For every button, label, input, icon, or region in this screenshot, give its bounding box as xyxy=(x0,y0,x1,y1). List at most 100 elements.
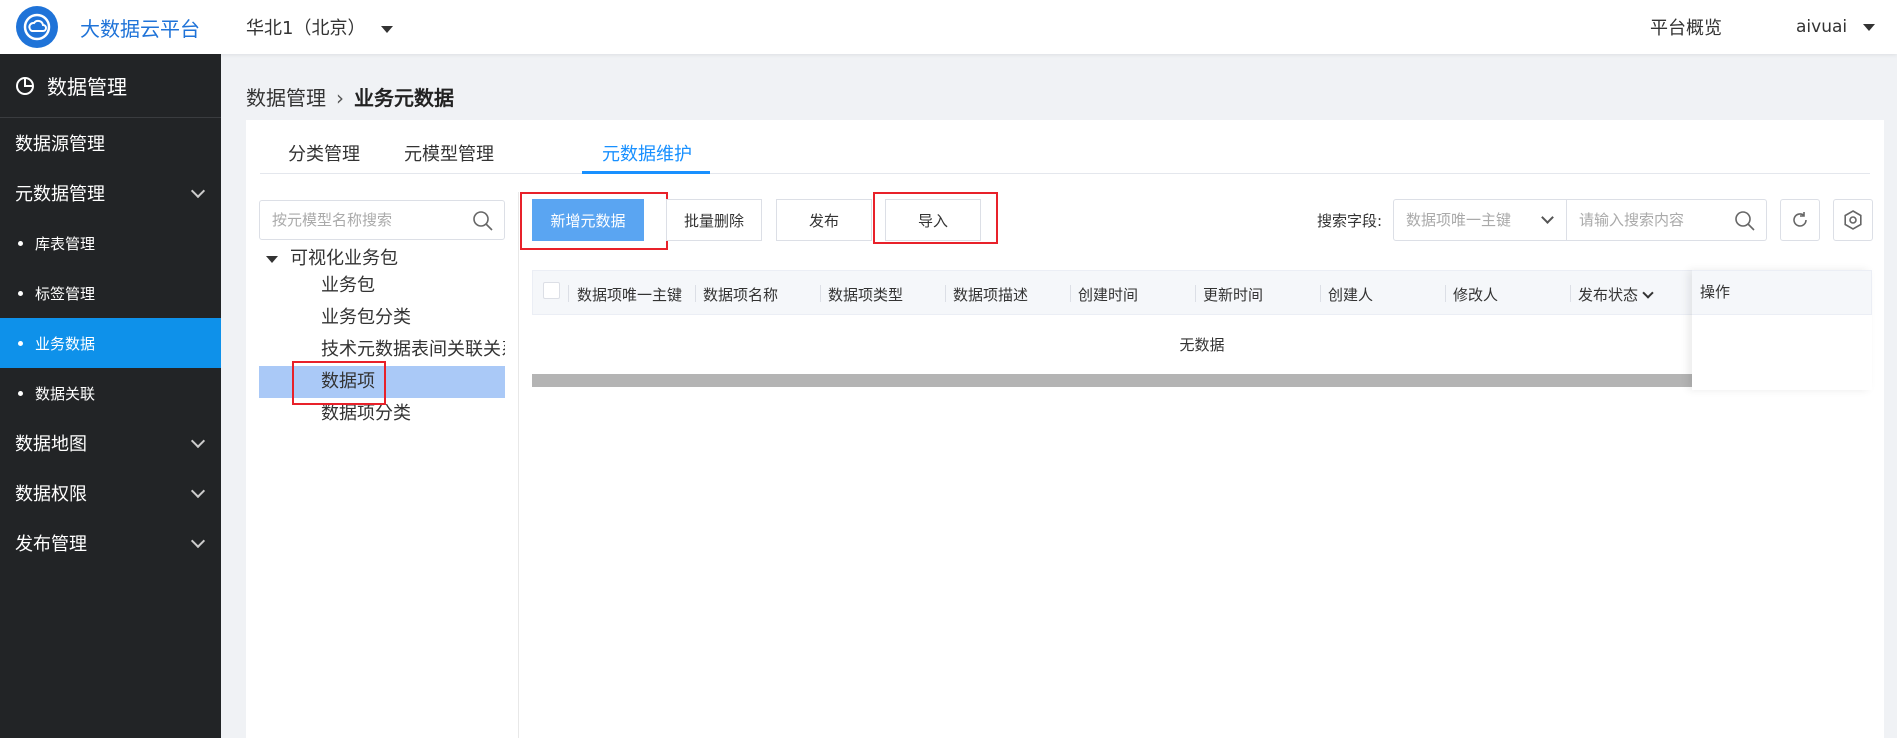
breadcrumb: 数据管理 › 业务元数据 xyxy=(246,82,454,111)
sidebar-item-label: 标签管理 xyxy=(35,284,96,303)
sidebar: 数据管理 数据源管理 元数据管理 库表管理 标签管理 业务数据 数据关联 数据地… xyxy=(0,54,221,738)
search-field-value: 数据项唯一主键 xyxy=(1406,211,1512,229)
sidebar-title: 数据管理 xyxy=(47,75,127,99)
tab-bar: 分类管理 元模型管理 元数据维护 xyxy=(260,120,1870,174)
chevron-down-icon xyxy=(190,483,206,499)
actions-column: 操作 xyxy=(1692,270,1872,390)
tab-metadata-maintenance[interactable]: 元数据维护 xyxy=(602,140,692,166)
metadata-table: 数据项唯一主键 数据项名称 数据项类型 数据项描述 创建时间 更新时间 创建人 … xyxy=(532,270,1872,510)
settings-button[interactable] xyxy=(1833,199,1873,241)
tree-node-business-package[interactable]: 业务包 xyxy=(259,270,505,302)
sidebar-subitem-tags[interactable]: 标签管理 xyxy=(0,268,221,318)
content-search-input[interactable] xyxy=(1567,200,1727,240)
logo-icon[interactable] xyxy=(16,6,58,48)
sidebar-subitem-business-data[interactable]: 业务数据 xyxy=(0,318,221,368)
breadcrumb-separator: › xyxy=(336,86,344,110)
publish-button[interactable]: 发布 xyxy=(776,199,872,241)
region-selector[interactable]: 华北1（北京） xyxy=(246,14,394,40)
sidebar-item-label: 发布管理 xyxy=(15,534,87,555)
column-header: 修改人 xyxy=(1453,286,1499,304)
horizontal-scrollbar[interactable] xyxy=(532,374,1872,387)
column-separator xyxy=(568,285,569,302)
column-separator xyxy=(1570,285,1571,302)
gear-icon xyxy=(1844,210,1862,230)
active-tab-indicator xyxy=(582,171,710,174)
column-header: 创建时间 xyxy=(1078,286,1139,304)
caret-down-icon[interactable] xyxy=(266,255,278,263)
search-field-select[interactable]: 数据项唯一主键 xyxy=(1393,199,1567,241)
actions-header: 操作 xyxy=(1692,270,1872,315)
chevron-down-icon xyxy=(190,533,206,549)
column-separator xyxy=(820,285,821,302)
column-header: 数据项类型 xyxy=(828,286,904,304)
content-search-box xyxy=(1567,199,1767,241)
column-separator xyxy=(695,285,696,302)
top-bar: 大数据云平台 华北1（北京） 平台概览 aivuai xyxy=(0,0,1897,54)
tree-search-box xyxy=(259,200,505,240)
publish-status-header[interactable]: 发布状态 xyxy=(1578,284,1654,305)
column-separator xyxy=(1445,285,1446,302)
caret-down-icon xyxy=(381,25,394,33)
sidebar-item-label: 元数据管理 xyxy=(15,184,105,205)
breadcrumb-current: 业务元数据 xyxy=(354,86,454,110)
search-field-label: 搜索字段: xyxy=(1317,212,1383,230)
user-menu[interactable]: aivuai xyxy=(1796,17,1876,37)
sidebar-item-metadata[interactable]: 元数据管理 xyxy=(0,168,221,218)
tree-node-data-item[interactable]: 数据项 xyxy=(259,366,505,398)
chevron-down-icon xyxy=(1541,211,1554,224)
platform-overview-link[interactable]: 平台概览 xyxy=(1650,14,1722,40)
sidebar-item-publish[interactable]: 发布管理 xyxy=(0,518,221,568)
app-title: 大数据云平台 xyxy=(80,17,200,41)
column-header: 更新时间 xyxy=(1203,286,1264,304)
empty-table-text: 无数据 xyxy=(1179,336,1225,354)
sidebar-subitem-tables[interactable]: 库表管理 xyxy=(0,218,221,268)
pie-chart-icon xyxy=(16,76,34,95)
column-separator xyxy=(1320,285,1321,302)
main-panel: 分类管理 元模型管理 元数据维护 可视化业务包 业务包 业务包分类 技术元数据表… xyxy=(246,120,1884,738)
column-separator xyxy=(1070,285,1071,302)
column-separator xyxy=(1195,285,1196,302)
tab-category[interactable]: 分类管理 xyxy=(288,140,360,166)
import-button[interactable]: 导入 xyxy=(885,199,981,241)
sidebar-item-data-map[interactable]: 数据地图 xyxy=(0,418,221,468)
column-header: 数据项名称 xyxy=(703,286,779,304)
region-label: 华北1（北京） xyxy=(246,18,366,39)
select-all-checkbox[interactable] xyxy=(543,282,560,299)
sidebar-subitem-data-relation[interactable]: 数据关联 xyxy=(0,368,221,418)
column-header: 数据项描述 xyxy=(953,286,1029,304)
sidebar-item-label: 数据地图 xyxy=(15,434,87,455)
chevron-down-icon xyxy=(1642,287,1654,299)
sidebar-item-label: 数据源管理 xyxy=(15,134,105,155)
bullet-icon xyxy=(18,390,23,396)
tree-search-input[interactable] xyxy=(260,201,460,239)
sidebar-item-label: 库表管理 xyxy=(35,234,96,253)
batch-delete-button[interactable]: 批量删除 xyxy=(666,199,762,241)
bullet-icon xyxy=(18,340,23,346)
column-header: 数据项唯一主键 xyxy=(577,286,683,304)
add-metadata-button[interactable]: 新增元数据 xyxy=(532,199,644,241)
refresh-button[interactable] xyxy=(1780,199,1820,241)
tree-node-tech-relation[interactable]: 技术元数据表间关联关系 xyxy=(259,334,505,366)
sidebar-item-label: 数据权限 xyxy=(15,484,87,505)
search-icon[interactable] xyxy=(472,210,494,232)
search-icon[interactable] xyxy=(1734,210,1756,232)
tree-root-label: 可视化业务包 xyxy=(290,248,398,269)
column-header: 创建人 xyxy=(1328,286,1374,304)
sidebar-item-datasource[interactable]: 数据源管理 xyxy=(0,118,221,168)
sidebar-header: 数据管理 xyxy=(0,54,221,118)
tab-meta-model[interactable]: 元模型管理 xyxy=(404,140,494,166)
username: aivuai xyxy=(1796,17,1848,37)
chevron-down-icon xyxy=(190,183,206,199)
sidebar-item-label: 数据关联 xyxy=(35,384,96,403)
tree-node-package-category[interactable]: 业务包分类 xyxy=(259,302,505,334)
table-header: 数据项唯一主键 数据项名称 数据项类型 数据项描述 创建时间 更新时间 创建人 … xyxy=(532,270,1872,315)
column-separator xyxy=(945,285,946,302)
column-header-label: 发布状态 xyxy=(1578,286,1639,304)
scrollbar-thumb[interactable] xyxy=(532,374,1757,387)
breadcrumb-parent[interactable]: 数据管理 xyxy=(246,86,326,110)
tree-root-node[interactable]: 可视化业务包 xyxy=(266,244,398,270)
sidebar-item-data-permission[interactable]: 数据权限 xyxy=(0,468,221,518)
chevron-down-icon xyxy=(190,433,206,449)
tree-node-data-item-category[interactable]: 数据项分类 xyxy=(259,398,505,430)
tree-divider xyxy=(518,192,519,738)
